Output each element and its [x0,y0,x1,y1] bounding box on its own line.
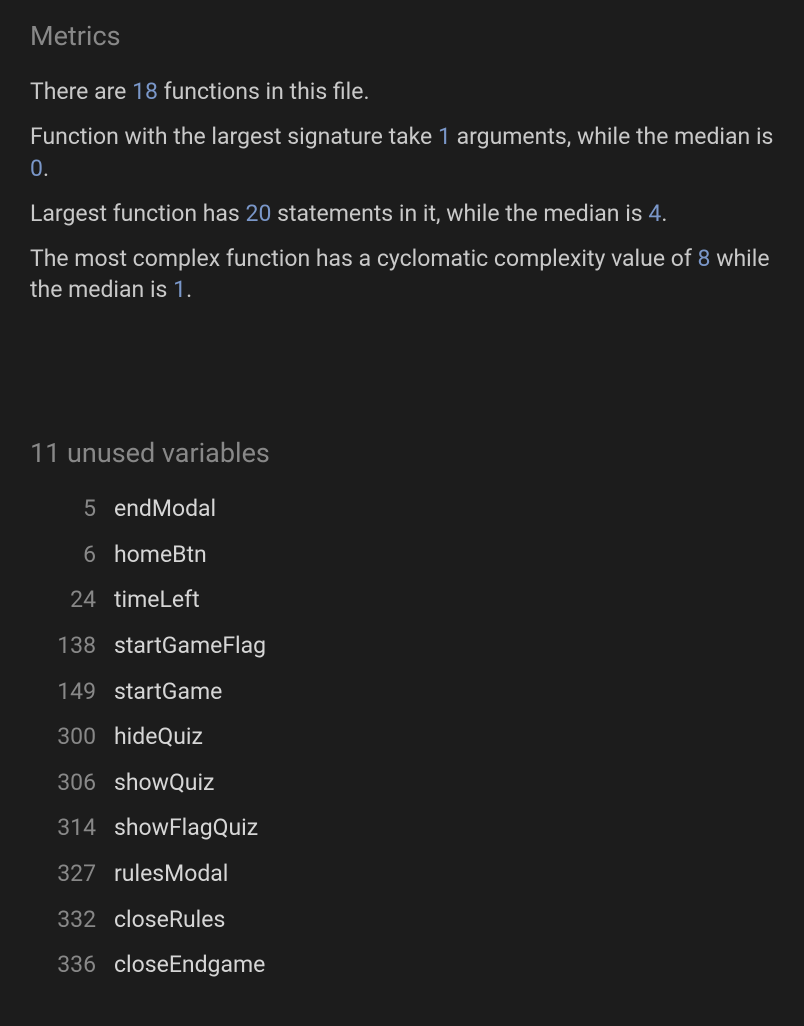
issue-row[interactable]: 138startGameFlag [30,632,774,660]
metric-number: 1 [173,276,186,303]
metric-statements: Largest function has 20 statements in it… [30,198,774,229]
line-number: 300 [30,723,114,751]
text: . [43,155,49,182]
issue-row[interactable]: 306showQuiz [30,769,774,797]
text: statements in it, while the median is [271,200,648,227]
text: functions in this file. [158,78,370,105]
line-number: 327 [30,860,114,888]
variable-name: startGameFlag [114,632,266,660]
variable-name: timeLeft [114,586,200,614]
issue-list: 5endModal6homeBtn24timeLeft138startGameF… [30,495,774,979]
line-number: 306 [30,769,114,797]
variable-name: showQuiz [114,769,214,797]
line-number: 24 [30,586,114,614]
line-number: 314 [30,814,114,842]
issue-row[interactable]: 314showFlagQuiz [30,814,774,842]
text: arguments, while the median is [451,123,774,150]
variable-name: endModal [114,495,216,523]
issue-row[interactable]: 300hideQuiz [30,723,774,751]
metric-number: 18 [132,78,158,105]
metric-number: 8 [698,245,711,272]
unused-variables-section: 11 unused variables 5endModal6homeBtn24t… [30,435,774,979]
metrics-heading: Metrics [30,18,774,54]
line-number: 149 [30,678,114,706]
text: . [186,276,192,303]
text: Function with the largest signature take [30,123,438,150]
variable-name: closeRules [114,906,225,934]
issue-row[interactable]: 327rulesModal [30,860,774,888]
issue-row[interactable]: 149startGame [30,678,774,706]
metric-number: 4 [648,200,661,227]
line-number: 138 [30,632,114,660]
issue-row[interactable]: 6homeBtn [30,541,774,569]
variable-name: showFlagQuiz [114,814,258,842]
issue-row[interactable]: 24timeLeft [30,586,774,614]
variable-name: hideQuiz [114,723,203,751]
issue-row[interactable]: 5endModal [30,495,774,523]
unused-heading: 11 unused variables [30,435,774,471]
variable-name: homeBtn [114,541,207,569]
variable-name: rulesModal [114,860,228,888]
text: Largest function has [30,200,246,227]
variable-name: startGame [114,678,222,706]
metric-number: 0 [30,155,43,182]
metric-complexity: The most complex function has a cyclomat… [30,243,774,305]
metric-functions-count: There are 18 functions in this file. [30,76,774,107]
issue-row[interactable]: 332closeRules [30,906,774,934]
line-number: 5 [30,495,114,523]
line-number: 332 [30,906,114,934]
text: The most complex function has a cyclomat… [30,245,698,272]
line-number: 336 [30,951,114,979]
metric-signature: Function with the largest signature take… [30,121,774,183]
issue-row[interactable]: 336closeEndgame [30,951,774,979]
metric-number: 20 [246,200,272,227]
line-number: 6 [30,541,114,569]
text: . [661,200,667,227]
text: There are [30,78,132,105]
metric-number: 1 [438,123,451,150]
variable-name: closeEndgame [114,951,265,979]
